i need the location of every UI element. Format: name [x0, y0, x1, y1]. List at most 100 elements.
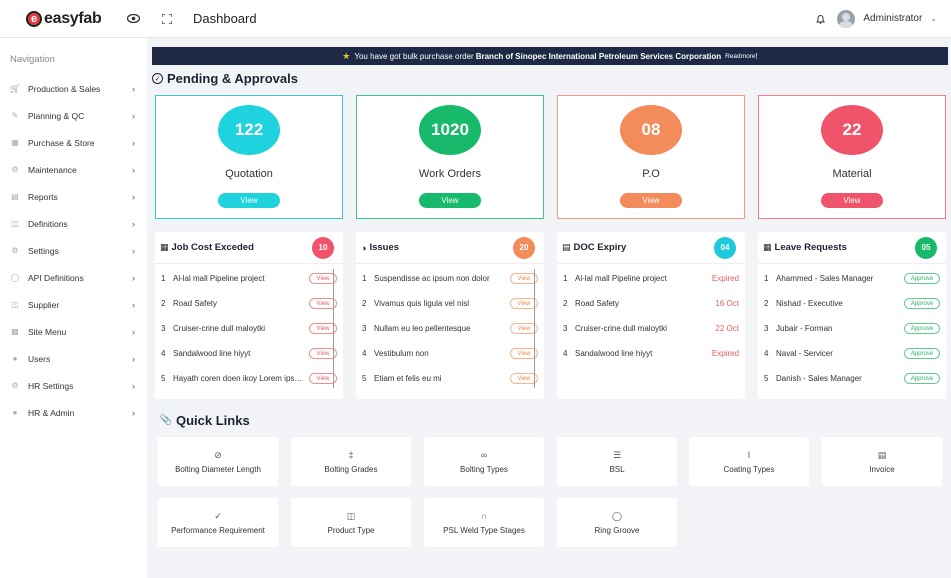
row-number: 1 — [563, 274, 568, 283]
sidebar-item-definitions[interactable]: ◫ Definitions › — [0, 210, 147, 237]
quick-link-bsl[interactable]: ☰ BSL — [557, 437, 677, 486]
section-title-approvals: ✓ Pending & Approvals — [152, 71, 298, 86]
sidebar-item-hr-admin[interactable]: ● HR & Admin › — [0, 399, 147, 426]
chevron-down-icon[interactable]: ⌄ — [930, 14, 937, 23]
quick-link-label: Bolting Diameter Length — [175, 464, 261, 474]
sidebar-item-label: Production & Sales — [28, 83, 101, 94]
fullscreen-icon[interactable] — [160, 12, 174, 26]
row-text: Jubair - Forman — [776, 324, 833, 333]
chevron-right-icon: › — [132, 164, 135, 175]
row-text: Naval - Servicer — [776, 349, 833, 358]
pen-icon: ✎ — [11, 111, 19, 120]
readmore-link[interactable]: Readmore — [725, 53, 755, 60]
sidebar-item-label: Purchase & Store — [28, 137, 95, 148]
product-icon: ◫ — [346, 510, 356, 521]
chevron-right-icon: › — [132, 380, 135, 391]
sidebar-item-settings[interactable]: ⚙ Settings › — [0, 237, 147, 264]
section-title-text: Quick Links — [176, 413, 250, 428]
quick-link-label: Ring Groove — [594, 525, 640, 535]
doc-expiry-card: ▤ DOC Expiry 04 1 Al-lal mall Pipeline pr… — [557, 232, 745, 399]
sidebar-item-label: Settings — [28, 245, 59, 256]
row-text: Al-lal mall Pipeline project — [173, 274, 265, 283]
row-number: 5 — [161, 374, 166, 383]
sidebar-item-label: Reports — [28, 191, 58, 202]
file-icon: ▤ — [11, 192, 19, 201]
approve-button[interactable]: Approve — [904, 273, 940, 284]
kpi-value: 1020 — [419, 105, 481, 155]
chevron-right-icon: › — [132, 191, 135, 202]
store-icon: ▦ — [11, 138, 19, 147]
eye-icon[interactable] — [126, 12, 140, 26]
count-badge: 10 — [312, 236, 334, 259]
sidebar-item-label: API Definitions — [28, 272, 84, 283]
approve-button[interactable]: Approve — [904, 373, 940, 384]
list-item: 5 Etiam et felis eu mi View — [356, 366, 544, 391]
row-number: 2 — [161, 299, 166, 308]
scrollbar[interactable] — [533, 269, 535, 388]
approve-button[interactable]: Approve — [904, 348, 940, 359]
kpi-value: 22 — [821, 105, 883, 155]
row-number: 2 — [362, 299, 367, 308]
chevron-right-icon: › — [132, 137, 135, 148]
quick-link-performance-requirement[interactable]: ✓ Performance Requirement — [158, 498, 278, 547]
sidebar-item-planning-qc[interactable]: ✎ Planning & QC › — [0, 102, 147, 129]
row-text: Ahammed - Sales Manager — [776, 274, 874, 283]
kpi-label: Work Orders — [418, 168, 482, 180]
issues-card: ◑ Issues 20 1 Suspendisse ac ipsum non do… — [356, 232, 544, 399]
sidebar-item-api-definitions[interactable]: ◯ API Definitions › — [0, 264, 147, 291]
approve-button[interactable]: Approve — [904, 298, 940, 309]
app-logo[interactable]: e easyfab — [26, 10, 124, 28]
view-button[interactable]: View — [218, 193, 280, 208]
sidebar-item-users[interactable]: ● Users › — [0, 345, 147, 372]
page-title: Dashboard — [193, 11, 257, 26]
sidebar-item-site-menu[interactable]: ▩ Site Menu › — [0, 318, 147, 345]
sidebar-item-label: Maintenance — [28, 164, 77, 175]
check-circle-icon: ✓ — [152, 73, 163, 84]
view-button[interactable]: View — [821, 193, 883, 208]
card-title: Job Cost Exceded — [171, 242, 254, 253]
quick-link-invoice[interactable]: ▤ Invoice — [822, 437, 942, 486]
sidebar-item-hr-settings[interactable]: ⚙ HR Settings › — [0, 372, 147, 399]
quick-link-psl-weld-type-stages[interactable]: ∩ PSL Weld Type Stages — [424, 498, 544, 547]
chevron-right-icon: › — [132, 218, 135, 229]
quick-link-bolting-diameter-length[interactable]: ⊘ Bolting Diameter Length — [158, 437, 278, 486]
count-badge: 04 — [714, 236, 736, 259]
view-button[interactable]: View — [620, 193, 682, 208]
sidebar-item-purchase-store[interactable]: ▦ Purchase & Store › — [0, 129, 147, 156]
announcement-banner: ★ You have got bulk purchase order Branc… — [152, 47, 948, 65]
chevron-right-icon: › — [132, 272, 135, 283]
database-icon: ☰ — [612, 449, 622, 460]
quick-link-bolting-grades[interactable]: ‡ Bolting Grades — [291, 437, 411, 486]
bell-icon[interactable] — [813, 12, 827, 26]
list-item: 3 Cruiser-crine dull maloytki 22 Oct — [557, 316, 745, 341]
diameter-icon: ⊘ — [214, 449, 222, 460]
row-text: Nullam eu leo pellentesque — [374, 324, 471, 333]
quick-link-product-type[interactable]: ◫ Product Type — [291, 498, 411, 547]
list-item: 2 Vivamus quis ligula vel nisl View — [356, 291, 544, 316]
row-text: Vivamus quis ligula vel nisl — [374, 299, 470, 308]
row-number: 3 — [764, 324, 769, 333]
sidebar-item-maintenance[interactable]: ⚙ Maintenance › — [0, 156, 147, 183]
quick-link-coating-types[interactable]: I Coating Types — [689, 437, 809, 486]
count-badge: 20 — [513, 236, 535, 259]
avatar[interactable] — [837, 9, 856, 28]
user-name[interactable]: Administrator — [863, 13, 922, 24]
job-cost-card: ▦ Job Cost Exceded 10 1 Al-lal mall Pipel… — [155, 232, 343, 399]
list-item: 1 Al-lal mall Pipeline project Expired — [557, 266, 745, 291]
sidebar-item-reports[interactable]: ▤ Reports › — [0, 183, 147, 210]
view-button[interactable]: View — [419, 193, 481, 208]
quick-link-bolting-types[interactable]: ∞ Bolting Types — [424, 437, 544, 486]
quick-link-label: Invoice — [869, 464, 895, 474]
approve-button[interactable]: Approve — [904, 323, 940, 334]
list-item: 5 Danish - Sales Manager Approve — [758, 366, 946, 391]
list-item: 1 Al-lal mall Pipeline project View — [155, 266, 343, 291]
banner-suffix: ! — [755, 51, 758, 61]
row-number: 3 — [362, 324, 367, 333]
chevron-right-icon: › — [132, 110, 135, 121]
paperclip-icon: 📎 — [159, 415, 173, 426]
list-item: 5 Hayath coren doen ikoy Lorem ipsum View — [155, 366, 343, 391]
sidebar-item-supplier[interactable]: ◫ Supplier › — [0, 291, 147, 318]
quick-link-ring-groove[interactable]: ◯ Ring Groove — [557, 498, 677, 547]
scrollbar[interactable] — [332, 269, 334, 388]
sidebar-item-production-sales[interactable]: 🛒 Production & Sales › — [0, 75, 147, 102]
